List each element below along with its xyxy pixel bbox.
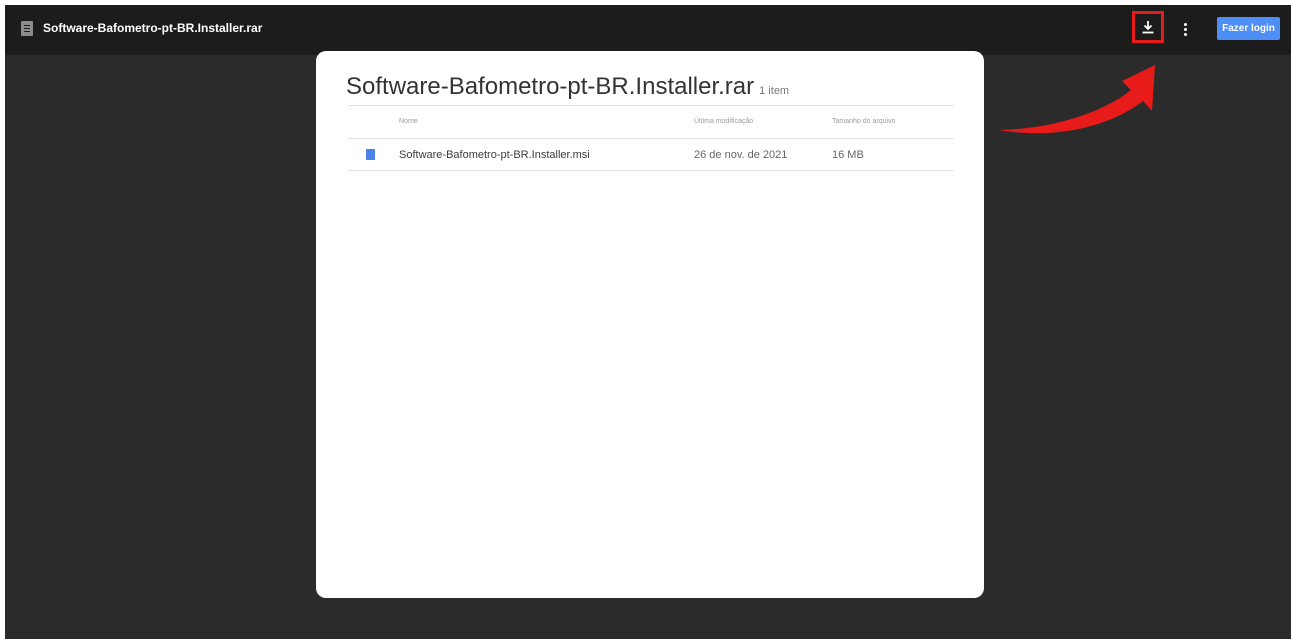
archive-contents-card: Software-Bafometro-pt-BR.Installer.rar 1 … [316,51,984,598]
file-icon [366,149,375,160]
more-options-button[interactable] [1178,17,1194,41]
download-button[interactable] [1132,11,1164,43]
column-modified-header[interactable]: Última modificação [694,118,753,125]
document-icon [21,21,33,36]
column-name-header[interactable]: Nome [399,118,418,125]
login-button[interactable]: Fazer login [1217,17,1280,40]
file-modified: 26 de nov. de 2021 [694,149,788,161]
table-row[interactable]: Software-Bafometro-pt-BR.Installer.msi 2… [348,139,954,171]
file-title: Software-Bafometro-pt-BR.Installer.rar [43,21,263,35]
archive-name: Software-Bafometro-pt-BR.Installer.rar [346,73,755,100]
table-header: Nome Última modificação Tamanho do arqui… [348,105,954,139]
pointer-arrow-icon [999,65,1155,134]
top-bar: Software-Bafometro-pt-BR.Installer.rar F… [5,5,1291,55]
item-count: 1 item [759,85,790,97]
viewer-window: Software-Bafometro-pt-BR.Installer.rar F… [5,5,1291,639]
file-table: Nome Última modificação Tamanho do arqui… [348,105,954,171]
file-name: Software-Bafometro-pt-BR.Installer.msi [399,149,590,161]
file-size: 16 MB [832,149,864,161]
archive-title: Software-Bafometro-pt-BR.Installer.rar 1 … [346,73,789,101]
column-size-header[interactable]: Tamanho do arquivo [832,118,895,125]
download-icon [1142,21,1154,34]
